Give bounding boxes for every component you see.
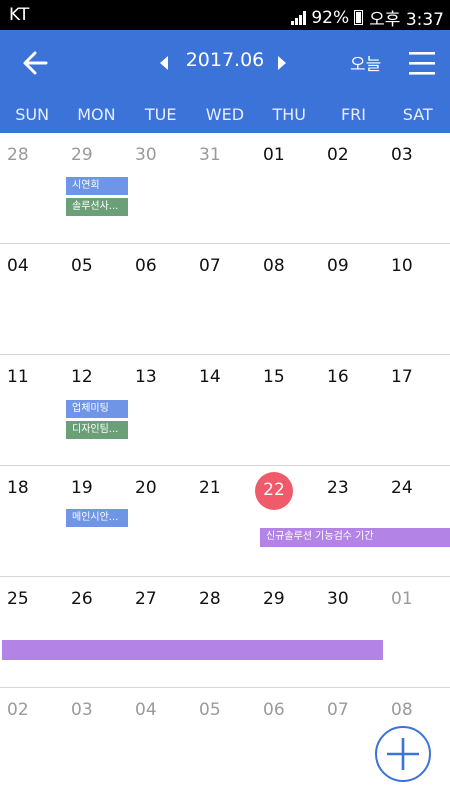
event-bar[interactable] bbox=[2, 640, 383, 660]
day-cell[interactable]: 05 bbox=[71, 256, 93, 276]
day-cell[interactable]: 17 bbox=[391, 367, 413, 387]
day-cell[interactable]: 11 bbox=[7, 367, 29, 387]
day-cell[interactable]: 08 bbox=[391, 700, 413, 720]
weekday-header: SUN MON TUE WED THU FRI SAT bbox=[0, 96, 450, 133]
day-cell[interactable]: 28 bbox=[199, 589, 221, 609]
day-cell[interactable]: 06 bbox=[135, 256, 157, 276]
arrow-left-icon bbox=[23, 51, 48, 75]
event-chip[interactable]: 업체미팅 bbox=[66, 400, 128, 418]
weekday-wed: WED bbox=[205, 105, 245, 124]
prev-month-button[interactable] bbox=[156, 53, 172, 73]
weekday-tue: TUE bbox=[144, 105, 177, 124]
caret-right-icon bbox=[278, 56, 286, 70]
day-cell[interactable]: 18 bbox=[7, 478, 29, 498]
day-cell[interactable]: 01 bbox=[391, 589, 413, 609]
signal-icon bbox=[291, 10, 307, 25]
day-cell[interactable]: 07 bbox=[327, 700, 349, 720]
calendar-grid: 28 29 30 31 01 02 03 시연회 솔루션사... 04 05 0… bbox=[0, 133, 450, 799]
day-cell[interactable]: 31 bbox=[199, 145, 221, 165]
day-cell[interactable]: 30 bbox=[327, 589, 349, 609]
day-cell[interactable]: 16 bbox=[327, 367, 349, 387]
day-cell[interactable]: 30 bbox=[135, 145, 157, 165]
day-cell[interactable]: 23 bbox=[327, 478, 349, 498]
weekday-sun: SUN bbox=[15, 105, 50, 124]
event-chip[interactable]: 솔루션사... bbox=[66, 198, 128, 216]
week-row: 04 05 06 07 08 09 10 bbox=[0, 244, 450, 355]
day-cell[interactable]: 05 bbox=[199, 700, 221, 720]
carrier-label: KT bbox=[9, 5, 30, 25]
today-button[interactable]: 오늘 bbox=[350, 50, 381, 75]
day-cell[interactable]: 25 bbox=[7, 589, 29, 609]
day-cell[interactable]: 09 bbox=[327, 256, 349, 276]
weekday-sat: SAT bbox=[402, 105, 433, 124]
day-cell-today[interactable]: 22 bbox=[255, 480, 293, 500]
event-chip[interactable]: 메인시안... bbox=[66, 509, 128, 527]
day-cell[interactable]: 02 bbox=[327, 145, 349, 165]
day-cell[interactable]: 28 bbox=[7, 145, 29, 165]
day-cell[interactable]: 24 bbox=[391, 478, 413, 498]
add-event-button[interactable] bbox=[375, 726, 431, 782]
clock: 오후 3:37 bbox=[369, 10, 444, 30]
day-cell[interactable]: 01 bbox=[263, 145, 285, 165]
day-cell[interactable]: 10 bbox=[391, 256, 413, 276]
day-cell[interactable]: 04 bbox=[135, 700, 157, 720]
day-cell[interactable]: 29 bbox=[263, 589, 285, 609]
week-row: 18 19 20 21 22 23 24 메인시안... 신규솔루션 기능검수 … bbox=[0, 466, 450, 577]
weekday-fri: FRI bbox=[340, 105, 366, 124]
day-cell[interactable]: 08 bbox=[263, 256, 285, 276]
status-bar: KT 92% 오후 3:37 bbox=[0, 0, 450, 30]
event-chip[interactable]: 디자인팀... bbox=[66, 421, 128, 439]
day-cell[interactable]: 06 bbox=[263, 700, 285, 720]
week-row: 25 26 27 28 29 30 01 bbox=[0, 577, 450, 688]
plus-icon bbox=[387, 738, 419, 770]
app-bar: 2017.06 오늘 bbox=[0, 30, 450, 96]
day-cell[interactable]: 14 bbox=[199, 367, 221, 387]
weekday-mon: MON bbox=[77, 105, 116, 124]
day-cell[interactable]: 02 bbox=[7, 700, 29, 720]
day-cell[interactable]: 07 bbox=[199, 256, 221, 276]
caret-left-icon bbox=[160, 56, 168, 70]
month-title: 2017.06 bbox=[185, 49, 265, 71]
week-row: 28 29 30 31 01 02 03 시연회 솔루션사... bbox=[0, 133, 450, 244]
day-cell[interactable]: 21 bbox=[199, 478, 221, 498]
back-button[interactable] bbox=[16, 43, 56, 83]
day-cell[interactable]: 13 bbox=[135, 367, 157, 387]
day-cell[interactable]: 27 bbox=[135, 589, 157, 609]
hamburger-menu-icon bbox=[409, 52, 435, 75]
week-row: 11 12 13 14 15 16 17 업체미팅 디자인팀... bbox=[0, 355, 450, 466]
day-cell[interactable]: 12 bbox=[71, 367, 93, 387]
day-cell[interactable]: 04 bbox=[7, 256, 29, 276]
battery-icon bbox=[354, 10, 364, 25]
day-cell[interactable]: 20 bbox=[135, 478, 157, 498]
menu-button[interactable] bbox=[406, 47, 438, 79]
day-cell[interactable]: 26 bbox=[71, 589, 93, 609]
day-cell[interactable]: 19 bbox=[71, 478, 93, 498]
day-cell[interactable]: 29 bbox=[71, 145, 93, 165]
event-bar[interactable]: 신규솔루션 기능검수 기간 bbox=[260, 528, 450, 547]
day-cell[interactable]: 03 bbox=[71, 700, 93, 720]
day-cell[interactable]: 03 bbox=[391, 145, 413, 165]
weekday-thu: THU bbox=[272, 105, 306, 124]
next-month-button[interactable] bbox=[274, 53, 290, 73]
battery-percent: 92% bbox=[311, 7, 350, 28]
day-cell[interactable]: 15 bbox=[263, 367, 285, 387]
event-chip[interactable]: 시연회 bbox=[66, 177, 128, 195]
